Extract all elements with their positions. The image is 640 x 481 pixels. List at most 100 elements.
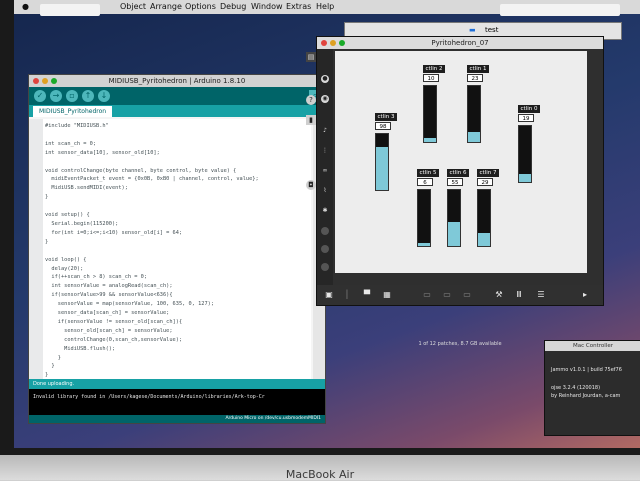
ctlin-number-box[interactable]: 98 xyxy=(375,122,391,130)
code-line[interactable]: } xyxy=(45,193,259,202)
pd-window: Pyritohedron_07 ● ◉ ♪ ⋮ ∞ ⌇ ✱ ctlin 3 19… xyxy=(316,36,604,347)
zoom-button[interactable] xyxy=(339,40,345,46)
ctlin-number-box[interactable]: 23 xyxy=(467,74,483,82)
new-icon[interactable]: ▫ xyxy=(66,90,78,102)
sidebar-icon[interactable]: ▤ xyxy=(306,52,316,62)
code-line[interactable]: midiEventPacket_t event = {0x0B, 0xB0 | … xyxy=(45,175,258,184)
lock-icon[interactable]: ● xyxy=(321,75,329,83)
apple-icon[interactable]: ● xyxy=(22,2,29,11)
save-icon[interactable]: ↓ xyxy=(98,90,110,102)
menu-window[interactable]: Window xyxy=(251,2,283,11)
lock-toggle-icon[interactable]: ▣ xyxy=(323,290,335,299)
code-line[interactable] xyxy=(45,158,259,167)
edit-icon[interactable] xyxy=(321,227,329,235)
grid-toggle-icon[interactable]: ▦ xyxy=(381,290,393,299)
camera-icon[interactable]: ◘ xyxy=(306,180,316,190)
code-line[interactable] xyxy=(45,131,259,140)
code-line[interactable]: for(int i=0;i<=;i<10) sensor_old[i] = 64… xyxy=(45,229,259,238)
menu-object[interactable]: Object xyxy=(120,2,146,11)
minimize-button[interactable] xyxy=(42,78,48,84)
code-line[interactable]: int scan_ch = 0; xyxy=(45,140,259,149)
record-icon[interactable] xyxy=(321,263,329,271)
console-output: Invalid library found in /Users/kagese/D… xyxy=(29,389,325,415)
code-text[interactable]: #include "MIDIUSB.h" int scan_ch = 0; int… xyxy=(45,122,259,380)
code-line[interactable] xyxy=(45,247,259,256)
code-line[interactable]: MidiUSB.flush(); xyxy=(45,345,259,354)
ctlin-label[interactable]: ctlin 5 1 xyxy=(417,169,439,184)
ctlin-label[interactable]: ctlin 3 1 xyxy=(375,113,397,128)
code-line[interactable]: sensor_data[scan_ch] = sensorValue; xyxy=(45,309,259,318)
menu-help[interactable]: Help xyxy=(316,2,334,11)
code-line[interactable]: void controlChange(byte channel, byte co… xyxy=(45,167,259,176)
ctlin-slider[interactable] xyxy=(518,125,532,183)
code-line[interactable]: MidiUSB.sendMIDI(event); xyxy=(45,184,259,193)
code-line[interactable]: int sensorValue = analogRead(scan_ch); xyxy=(45,282,259,291)
code-line[interactable]: #include "MIDIUSB.h" xyxy=(45,122,259,131)
menu-debug[interactable]: Debug xyxy=(220,2,246,11)
presentation-toggle-icon[interactable]: ▀ xyxy=(361,290,373,299)
code-line[interactable]: } xyxy=(45,354,259,363)
bars-icon[interactable]: Ⅲ xyxy=(513,290,525,299)
play-icon[interactable]: ▸ xyxy=(579,290,591,299)
ctlin-label[interactable]: ctlin 2 1 xyxy=(423,65,445,80)
ctlin-slider[interactable] xyxy=(477,189,491,247)
help-icon[interactable]: ? xyxy=(306,95,316,105)
ctlin-number-box[interactable]: 55 xyxy=(447,178,463,186)
code-line[interactable] xyxy=(45,202,259,211)
ctlin-label[interactable]: ctlin 6 1 xyxy=(447,169,469,184)
code-line[interactable]: controlChange(0,scan_ch,sensorValue); xyxy=(45,336,259,345)
code-line[interactable]: sensor_old[scan_ch] = sensorValue; xyxy=(45,327,259,336)
laptop-brand: MacBook Air xyxy=(285,468,355,481)
ctlin-number-box[interactable]: 29 xyxy=(477,178,493,186)
code-line[interactable]: Serial.begin(115200); xyxy=(45,220,259,229)
upload-icon[interactable]: → xyxy=(50,90,62,102)
ctlin-slider[interactable] xyxy=(417,189,431,247)
zoom-out-icon[interactable]: ▭ xyxy=(421,290,433,299)
code-editor[interactable]: #include "MIDIUSB.h" int scan_ch = 0; int… xyxy=(29,119,311,379)
wrench-icon[interactable]: ⚒ xyxy=(493,290,505,299)
minimize-button[interactable] xyxy=(330,40,336,46)
ctlin-slider[interactable] xyxy=(375,133,389,191)
menu-extras[interactable]: Extras xyxy=(286,2,311,11)
code-line[interactable]: } xyxy=(45,238,259,247)
speaker-icon[interactable]: ♪ xyxy=(321,127,329,135)
presentation-icon[interactable] xyxy=(321,245,329,253)
ctlin-slider[interactable] xyxy=(423,85,437,143)
code-line[interactable]: delay(20); xyxy=(45,265,259,274)
code-line[interactable]: void setup() { xyxy=(45,211,259,220)
version-text: Jammo v1.0.1 | build 75ef76 xyxy=(551,367,622,373)
code-line[interactable]: if(sensorValue>99 && sensorValue<636){ xyxy=(45,291,259,300)
zoom-button[interactable] xyxy=(51,78,57,84)
code-line[interactable]: if(sensorValue != sensor_old[scan_ch]){ xyxy=(45,318,259,327)
ctlin-slider[interactable] xyxy=(467,85,481,143)
list-icon[interactable]: ☰ xyxy=(535,290,547,299)
ctlin-number-box[interactable]: 6 xyxy=(417,178,433,186)
zoom-icon[interactable]: ▭ xyxy=(441,290,453,299)
code-line[interactable]: sensorValue = map(sensorValue, 100, 635,… xyxy=(45,300,259,309)
clipboard-icon[interactable]: ▮ xyxy=(306,115,316,125)
tab-sketch[interactable]: MIDIUSB_Pyritohedron xyxy=(33,106,113,117)
open-icon[interactable]: ↑ xyxy=(82,90,94,102)
patcher-canvas[interactable]: ctlin 3 198 ctlin 2 110 ctlin 1 123 ctlin 0… xyxy=(335,51,587,273)
inspector-icon[interactable]: ◉ xyxy=(321,95,329,103)
ctlin-label[interactable]: ctlin 0 1 xyxy=(518,105,540,120)
code-line[interactable]: } xyxy=(45,362,259,371)
code-line[interactable]: if(++scan_ch > 8) scan_ch = 0; xyxy=(45,273,259,282)
pd-right-sidebar: ▤ ? ▮ ◘ xyxy=(302,40,322,240)
code-line[interactable]: int sensor_data[10], sensor_old[10]; xyxy=(45,149,259,158)
link-icon[interactable]: ∞ xyxy=(321,167,329,175)
menu-options[interactable]: Options xyxy=(185,2,216,11)
ctlin-label[interactable]: ctlin 1 1 xyxy=(467,65,489,80)
grid-icon[interactable]: ⋮ xyxy=(321,147,329,155)
clip-icon[interactable]: ⌇ xyxy=(321,187,329,195)
close-button[interactable] xyxy=(33,78,39,84)
gear-icon[interactable]: ✱ xyxy=(321,207,329,215)
ctlin-number-box[interactable]: 19 xyxy=(518,114,534,122)
ctlin-slider[interactable] xyxy=(447,189,461,247)
ctlin-number-box[interactable]: 10 xyxy=(423,74,439,82)
verify-icon[interactable]: ✓ xyxy=(34,90,46,102)
menu-arrange[interactable]: Arrange xyxy=(150,2,182,11)
code-line[interactable]: void loop() { xyxy=(45,256,259,265)
zoom-in-icon[interactable]: ▭ xyxy=(461,290,473,299)
ctlin-label[interactable]: ctlin 7 1 xyxy=(477,169,499,184)
